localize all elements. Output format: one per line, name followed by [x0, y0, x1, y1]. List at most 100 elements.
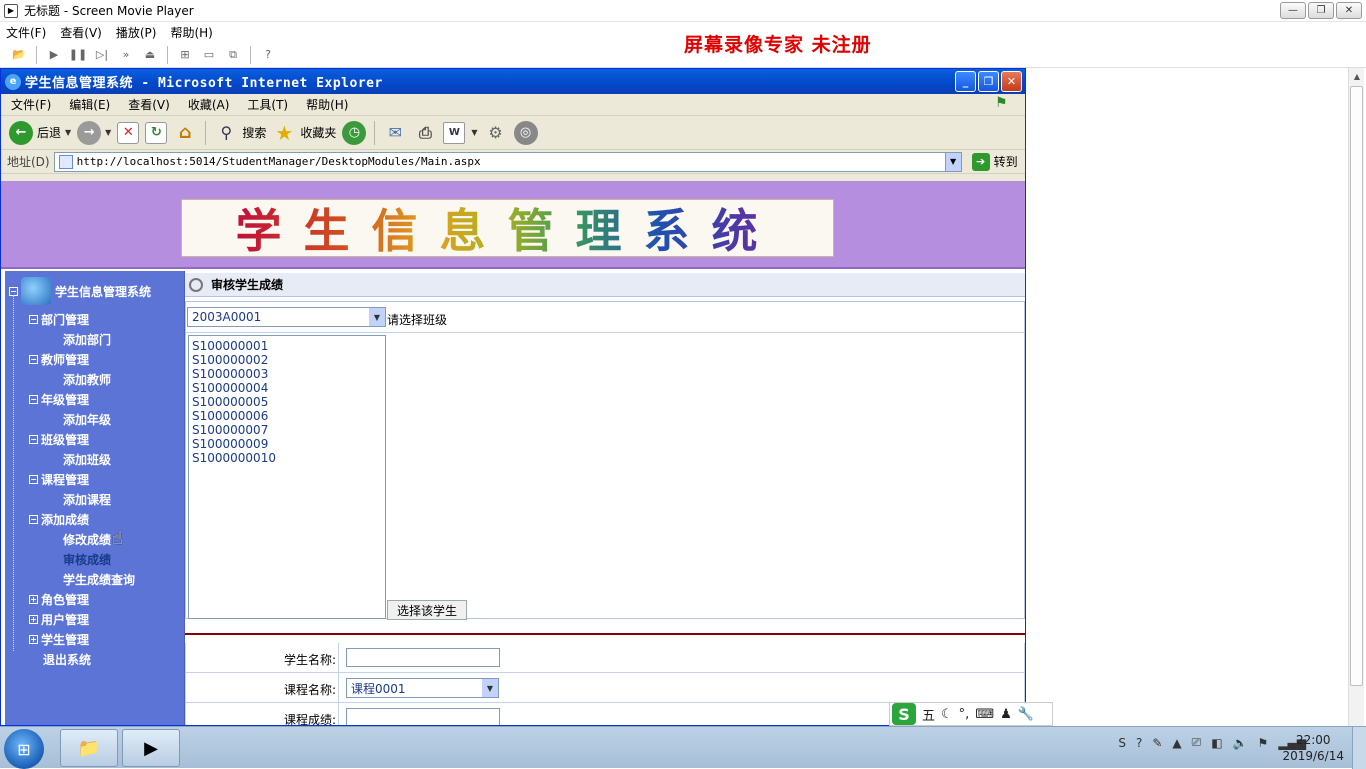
ie-menu-favorites[interactable]: 收藏(A) — [188, 96, 230, 113]
refresh-icon[interactable]: ↻ — [145, 121, 168, 144]
discuss-icon[interactable]: ⚙ — [484, 121, 508, 145]
list-item[interactable]: S100000002 — [192, 353, 382, 367]
collapse-icon[interactable]: − — [29, 475, 38, 484]
maximize-button[interactable]: ❐ — [1308, 2, 1334, 19]
select-student-button[interactable]: 选择该学生 — [387, 600, 467, 620]
ie-menu-help[interactable]: 帮助(H) — [306, 96, 348, 113]
tree-item-department[interactable]: − 部门管理 — [29, 311, 89, 328]
chevron-down-icon[interactable]: ▼ — [482, 679, 498, 697]
wrench-icon[interactable]: 🔧 — [1018, 707, 1034, 722]
moon-icon[interactable]: ☾ — [941, 707, 953, 722]
address-input[interactable]: http://localhost:5014/StudentManager/Des… — [53, 151, 962, 172]
ie-menu-tools[interactable]: 工具(T) — [247, 96, 288, 113]
chevron-up-icon[interactable]: ▲ — [1172, 736, 1181, 750]
ie-close-button[interactable]: ✕ — [1001, 71, 1022, 92]
player-menu-view[interactable]: 查看(V) — [60, 24, 102, 41]
start-button[interactable]: ⊞ — [4, 729, 44, 769]
ime-mode[interactable]: 五 — [922, 705, 935, 724]
tree-leaf-add-grade[interactable]: 添加年级 — [63, 411, 111, 428]
tree-item-course[interactable]: − 课程管理 — [29, 471, 89, 488]
tree-leaf-add-class[interactable]: 添加班级 — [63, 451, 111, 468]
explorer-taskbar-button[interactable]: 📁 — [60, 729, 118, 767]
clock[interactable]: 22:00 2019/6/14 — [1282, 732, 1344, 764]
play-icon[interactable]: ▶ — [45, 46, 63, 64]
edit-icon[interactable]: W — [443, 121, 466, 144]
tree-leaf-add-course[interactable]: 添加课程 — [63, 491, 111, 508]
eject-icon[interactable]: ⏏ — [141, 46, 159, 64]
student-name-field[interactable] — [346, 648, 500, 667]
scroll-thumb[interactable] — [1350, 86, 1363, 686]
search-button[interactable]: ⚲ 搜索 — [214, 121, 266, 145]
stop-icon[interactable]: ✕ — [117, 121, 140, 144]
ie-minimize-button[interactable]: _ — [955, 71, 976, 92]
expand-icon[interactable]: + — [29, 635, 38, 644]
tree-root[interactable]: − 学生信息管理系统 — [9, 277, 151, 305]
player-menu-play[interactable]: 播放(P) — [116, 24, 157, 41]
tree-leaf-review-score[interactable]: 审核成绩 — [63, 551, 111, 568]
tree-leaf-add-department[interactable]: 添加部门 — [63, 331, 111, 348]
list-item[interactable]: S100000009 — [192, 437, 382, 451]
student-listbox[interactable]: S100000001 S100000002 S100000003 S100000… — [188, 335, 386, 619]
scroll-up-icon[interactable]: ▲ — [1349, 68, 1365, 84]
expand-icon[interactable]: + — [29, 615, 38, 624]
favorites-button[interactable]: ★ 收藏夹 — [272, 121, 336, 145]
tree-item-role[interactable]: + 角色管理 — [29, 591, 89, 608]
messenger-icon[interactable]: ◎ — [513, 120, 538, 145]
help-icon[interactable]: ? — [259, 46, 277, 64]
ie-menu-file[interactable]: 文件(F) — [11, 96, 51, 113]
popout-icon[interactable]: ⧉ — [224, 46, 242, 64]
tree-leaf-add-teacher[interactable]: 添加教师 — [63, 371, 111, 388]
open-icon[interactable]: 📂 — [10, 46, 28, 64]
help-icon[interactable]: ? — [1136, 736, 1142, 750]
ie-menu-view[interactable]: 查看(V) — [128, 96, 170, 113]
step-icon[interactable]: ▷| — [93, 46, 111, 64]
score-field[interactable] — [346, 708, 500, 725]
collapse-icon[interactable]: − — [29, 395, 38, 404]
forward-button[interactable]: → ▼ — [77, 120, 111, 145]
player-menu-file[interactable]: 文件(F) — [6, 24, 46, 41]
chevron-down-icon[interactable]: ▼ — [369, 308, 385, 326]
chevron-down-icon[interactable]: ▼ — [944, 152, 961, 171]
keyboard-icon[interactable]: ⌨ — [975, 707, 994, 722]
list-item[interactable]: S100000003 — [192, 367, 382, 381]
ie-menu-edit[interactable]: 编辑(E) — [69, 96, 110, 113]
volume-icon[interactable]: 🔈 — [1233, 736, 1248, 750]
show-desktop-button[interactable] — [1352, 727, 1366, 769]
skin-icon[interactable]: ♟ — [1000, 707, 1012, 722]
fit-window-icon[interactable]: ⊞ — [176, 46, 194, 64]
course-select[interactable]: 课程0001 ▼ — [346, 678, 499, 698]
list-item[interactable]: S100000007 — [192, 423, 382, 437]
collapse-icon[interactable]: − — [29, 355, 38, 364]
expand-icon[interactable]: + — [29, 595, 38, 604]
list-item[interactable]: S100000005 — [192, 395, 382, 409]
close-button[interactable]: ✕ — [1336, 2, 1362, 19]
collapse-icon[interactable]: − — [29, 315, 38, 324]
ie-restore-button[interactable]: ❐ — [978, 71, 999, 92]
collapse-icon[interactable]: − — [29, 515, 38, 524]
tree-item-score[interactable]: − 添加成绩 — [29, 511, 89, 528]
security-icon[interactable]: ◧ — [1211, 736, 1222, 750]
collapse-icon[interactable]: − — [29, 435, 38, 444]
tree-item-logout[interactable]: 退出系统 — [43, 651, 91, 668]
list-item[interactable]: S100000006 — [192, 409, 382, 423]
dropdown-arrow-icon[interactable]: ▼ — [471, 128, 477, 137]
tree-leaf-edit-score[interactable]: 修改成绩 — [63, 531, 111, 548]
dropdown-arrow-icon[interactable]: ▼ — [105, 128, 111, 137]
tree-item-teacher[interactable]: − 教师管理 — [29, 351, 89, 368]
sogou-tray-icon[interactable]: S — [1118, 736, 1126, 750]
minimize-button[interactable]: — — [1280, 2, 1306, 19]
player-taskbar-button[interactable]: ▶ — [122, 729, 180, 767]
tree-item-user[interactable]: + 用户管理 — [29, 611, 89, 628]
home-icon[interactable]: ⌂ — [173, 121, 197, 145]
class-select[interactable]: 2003A0001 ▼ — [187, 307, 386, 327]
player-vertical-scrollbar[interactable]: ▲ — [1348, 68, 1364, 726]
tree-item-student[interactable]: + 学生管理 — [29, 631, 89, 648]
print-icon[interactable]: ⎙ — [413, 121, 437, 145]
network-icon[interactable]: ⎚ — [1192, 735, 1202, 750]
tree-item-grade[interactable]: − 年级管理 — [29, 391, 89, 408]
list-item[interactable]: S1000000010 — [192, 451, 382, 465]
history-icon[interactable]: ◷ — [342, 120, 367, 145]
go-button[interactable]: ➔ 转到 — [971, 152, 1018, 171]
list-item[interactable]: S100000004 — [192, 381, 382, 395]
dropdown-arrow-icon[interactable]: ▼ — [65, 128, 71, 137]
